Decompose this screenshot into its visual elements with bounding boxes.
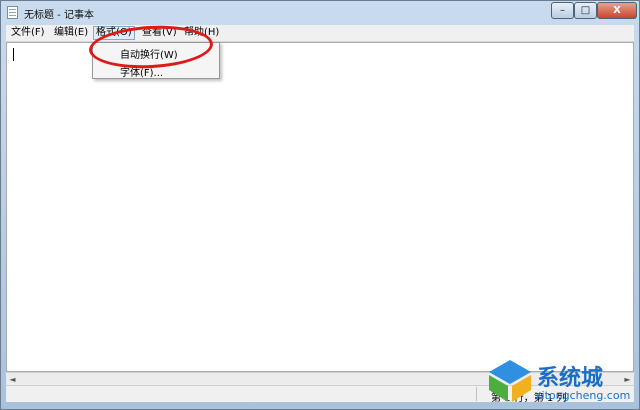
notepad-window: 无标题 - 记事本 – □ X 文件(F) 编辑(E) 格式(O) 查看(V) … [0, 0, 640, 410]
notepad-icon [7, 6, 18, 19]
close-button[interactable]: X [597, 2, 637, 19]
watermark-logo-icon [489, 360, 531, 402]
menu-edit[interactable]: 编辑(E) [52, 26, 90, 40]
status-divider [476, 387, 477, 401]
watermark-brand: 系统城 [537, 366, 604, 391]
title-bar[interactable]: 无标题 - 记事本 – □ X [1, 1, 639, 25]
minimize-button[interactable]: – [551, 2, 574, 19]
text-editor[interactable] [6, 42, 634, 372]
menu-file[interactable]: 文件(F) [9, 26, 47, 40]
scroll-left-icon[interactable]: ◄ [6, 373, 19, 385]
text-caret [13, 48, 14, 61]
maximize-button[interactable]: □ [574, 2, 597, 19]
window-title: 无标题 - 记事本 [24, 10, 94, 21]
watermark: 系统城 xitongcheng.com [487, 356, 637, 408]
watermark-site: xitongcheng.com [535, 389, 631, 402]
